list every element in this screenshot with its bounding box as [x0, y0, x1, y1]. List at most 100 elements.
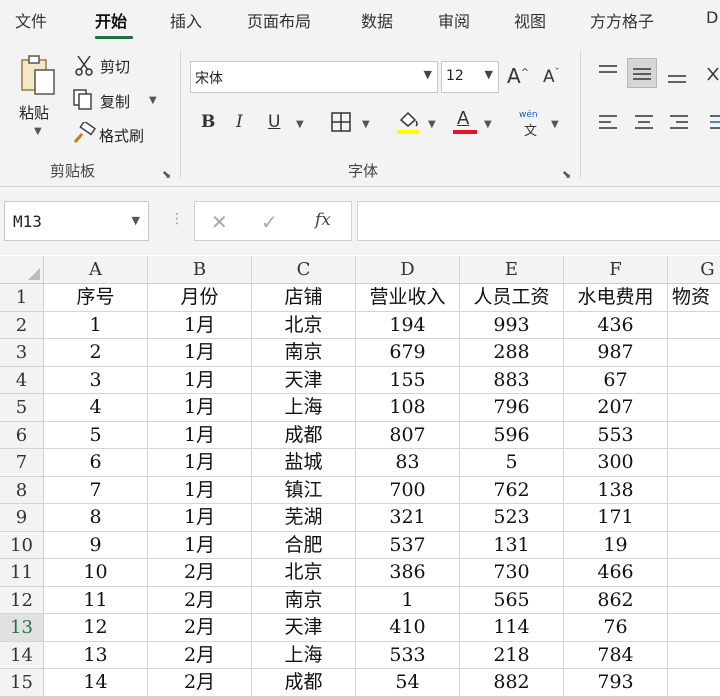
- table-cell[interactable]: 64: [668, 559, 720, 587]
- table-cell[interactable]: 730: [460, 559, 564, 587]
- tab-review[interactable]: 审阅: [438, 8, 470, 32]
- align-center-icon[interactable]: [633, 112, 655, 134]
- table-cell[interactable]: 3: [44, 366, 148, 394]
- format-painter-button[interactable]: 格式刷: [72, 122, 162, 146]
- row-header-4[interactable]: 4: [0, 366, 44, 394]
- table-cell[interactable]: 2: [44, 339, 148, 367]
- table-cell[interactable]: 410: [356, 614, 460, 642]
- table-cell[interactable]: 2月: [148, 559, 252, 587]
- table-cell[interactable]: 5: [44, 421, 148, 449]
- table-cell[interactable]: 2月: [148, 614, 252, 642]
- table-cell[interactable]: 1月: [148, 476, 252, 504]
- tab-insert[interactable]: 插入: [170, 8, 202, 32]
- bold-button[interactable]: B: [201, 112, 215, 132]
- table-cell[interactable]: 67: [564, 366, 668, 394]
- align-right-icon[interactable]: [668, 112, 690, 134]
- table-header-cell[interactable]: 店铺: [252, 284, 356, 312]
- underline-button[interactable]: U: [268, 112, 280, 132]
- phonetic-dropdown-chevron-icon[interactable]: ▼: [551, 119, 559, 130]
- table-cell[interactable]: 131: [460, 531, 564, 559]
- fill-color-button[interactable]: [396, 110, 420, 136]
- table-header-cell[interactable]: 物资: [668, 284, 720, 312]
- table-cell[interactable]: 83: [356, 449, 460, 477]
- table-cell[interactable]: 2月: [148, 669, 252, 697]
- table-cell[interactable]: 66: [668, 642, 720, 669]
- row-header-11[interactable]: 11: [0, 559, 44, 587]
- table-cell[interactable]: 1月: [148, 421, 252, 449]
- table-cell[interactable]: 14: [668, 422, 720, 449]
- font-color-dropdown-chevron-icon[interactable]: ▼: [484, 119, 492, 130]
- table-cell[interactable]: 882: [460, 669, 564, 697]
- fill-color-dropdown-chevron-icon[interactable]: ▼: [428, 119, 436, 130]
- table-cell[interactable]: 92: [668, 449, 720, 477]
- font-size-combo[interactable]: 12 ▼: [441, 61, 499, 93]
- table-cell[interactable]: 194: [356, 311, 460, 339]
- table-cell[interactable]: 12: [44, 614, 148, 642]
- font-size-chevron-icon[interactable]: ▼: [485, 68, 493, 81]
- table-cell[interactable]: 1月: [148, 449, 252, 477]
- table-cell[interactable]: 533: [356, 641, 460, 669]
- table-cell[interactable]: 807: [356, 421, 460, 449]
- table-cell[interactable]: 796: [460, 394, 564, 422]
- table-header-cell[interactable]: 序号: [44, 284, 148, 312]
- table-cell[interactable]: 镇江: [252, 476, 356, 504]
- table-cell[interactable]: 1月: [148, 394, 252, 422]
- table-cell[interactable]: 596: [460, 421, 564, 449]
- table-cell[interactable]: 321: [356, 504, 460, 532]
- table-cell[interactable]: 386: [356, 559, 460, 587]
- table-cell[interactable]: 1月: [148, 531, 252, 559]
- table-cell[interactable]: 1: [668, 312, 720, 339]
- row-header-13[interactable]: 13: [0, 614, 44, 642]
- table-cell[interactable]: 679: [356, 339, 460, 367]
- column-header-g[interactable]: G: [668, 256, 720, 284]
- table-header-cell[interactable]: 人员工资: [460, 284, 564, 312]
- table-cell[interactable]: 300: [564, 449, 668, 477]
- table-cell[interactable]: 天津: [252, 614, 356, 642]
- font-name-chevron-icon[interactable]: ▼: [424, 68, 432, 81]
- tab-page-layout[interactable]: 页面布局: [247, 8, 311, 32]
- row-header-7[interactable]: 7: [0, 449, 44, 477]
- phonetic-guide-button[interactable]: wén 文: [518, 110, 546, 139]
- table-cell[interactable]: 700: [356, 476, 460, 504]
- orientation-icon[interactable]: [706, 64, 720, 86]
- table-cell[interactable]: 466: [564, 559, 668, 587]
- enter-check-icon[interactable]: ✓: [261, 210, 278, 234]
- row-header-2[interactable]: 2: [0, 311, 44, 339]
- table-cell[interactable]: 2月: [148, 641, 252, 669]
- table-cell[interactable]: 218: [460, 641, 564, 669]
- table-cell[interactable]: 合肥: [252, 531, 356, 559]
- tab-d[interactable]: D: [706, 8, 718, 27]
- table-cell[interactable]: 4: [44, 394, 148, 422]
- table-cell[interactable]: 523: [460, 504, 564, 532]
- row-header-10[interactable]: 10: [0, 531, 44, 559]
- row-header-14[interactable]: 14: [0, 641, 44, 669]
- indent-icon[interactable]: [708, 112, 720, 134]
- table-cell[interactable]: 54: [356, 669, 460, 697]
- tab-home[interactable]: 开始: [95, 8, 127, 32]
- column-header-f[interactable]: F: [564, 256, 668, 284]
- column-header-e[interactable]: E: [460, 256, 564, 284]
- table-cell[interactable]: 盐城: [252, 449, 356, 477]
- borders-icon[interactable]: [330, 111, 352, 133]
- table-cell[interactable]: 207: [564, 394, 668, 422]
- table-cell[interactable]: 南京: [252, 339, 356, 367]
- decrease-font-size-button[interactable]: Aˇ: [543, 67, 560, 87]
- table-cell[interactable]: 1月: [148, 339, 252, 367]
- tab-fangfang-gezi[interactable]: 方方格子: [590, 8, 654, 32]
- tab-view[interactable]: 视图: [514, 8, 546, 32]
- table-cell[interactable]: 762: [460, 476, 564, 504]
- font-name-combo[interactable]: 宋体 ▼: [190, 61, 438, 93]
- insert-function-button[interactable]: fx: [315, 210, 331, 230]
- formula-input[interactable]: [357, 201, 720, 241]
- table-cell[interactable]: 13: [44, 641, 148, 669]
- table-cell[interactable]: 11: [44, 586, 148, 614]
- table-header-cell[interactable]: 水电费用: [564, 284, 668, 312]
- table-cell[interactable]: 8: [44, 504, 148, 532]
- table-cell[interactable]: 784: [564, 641, 668, 669]
- table-cell[interactable]: 114: [460, 614, 564, 642]
- align-top-icon[interactable]: [597, 62, 619, 84]
- table-cell[interactable]: 6: [44, 449, 148, 477]
- table-cell[interactable]: 565: [460, 586, 564, 614]
- clipboard-dialog-launcher-icon[interactable]: ⬊: [162, 168, 171, 181]
- table-cell[interactable]: 19: [564, 531, 668, 559]
